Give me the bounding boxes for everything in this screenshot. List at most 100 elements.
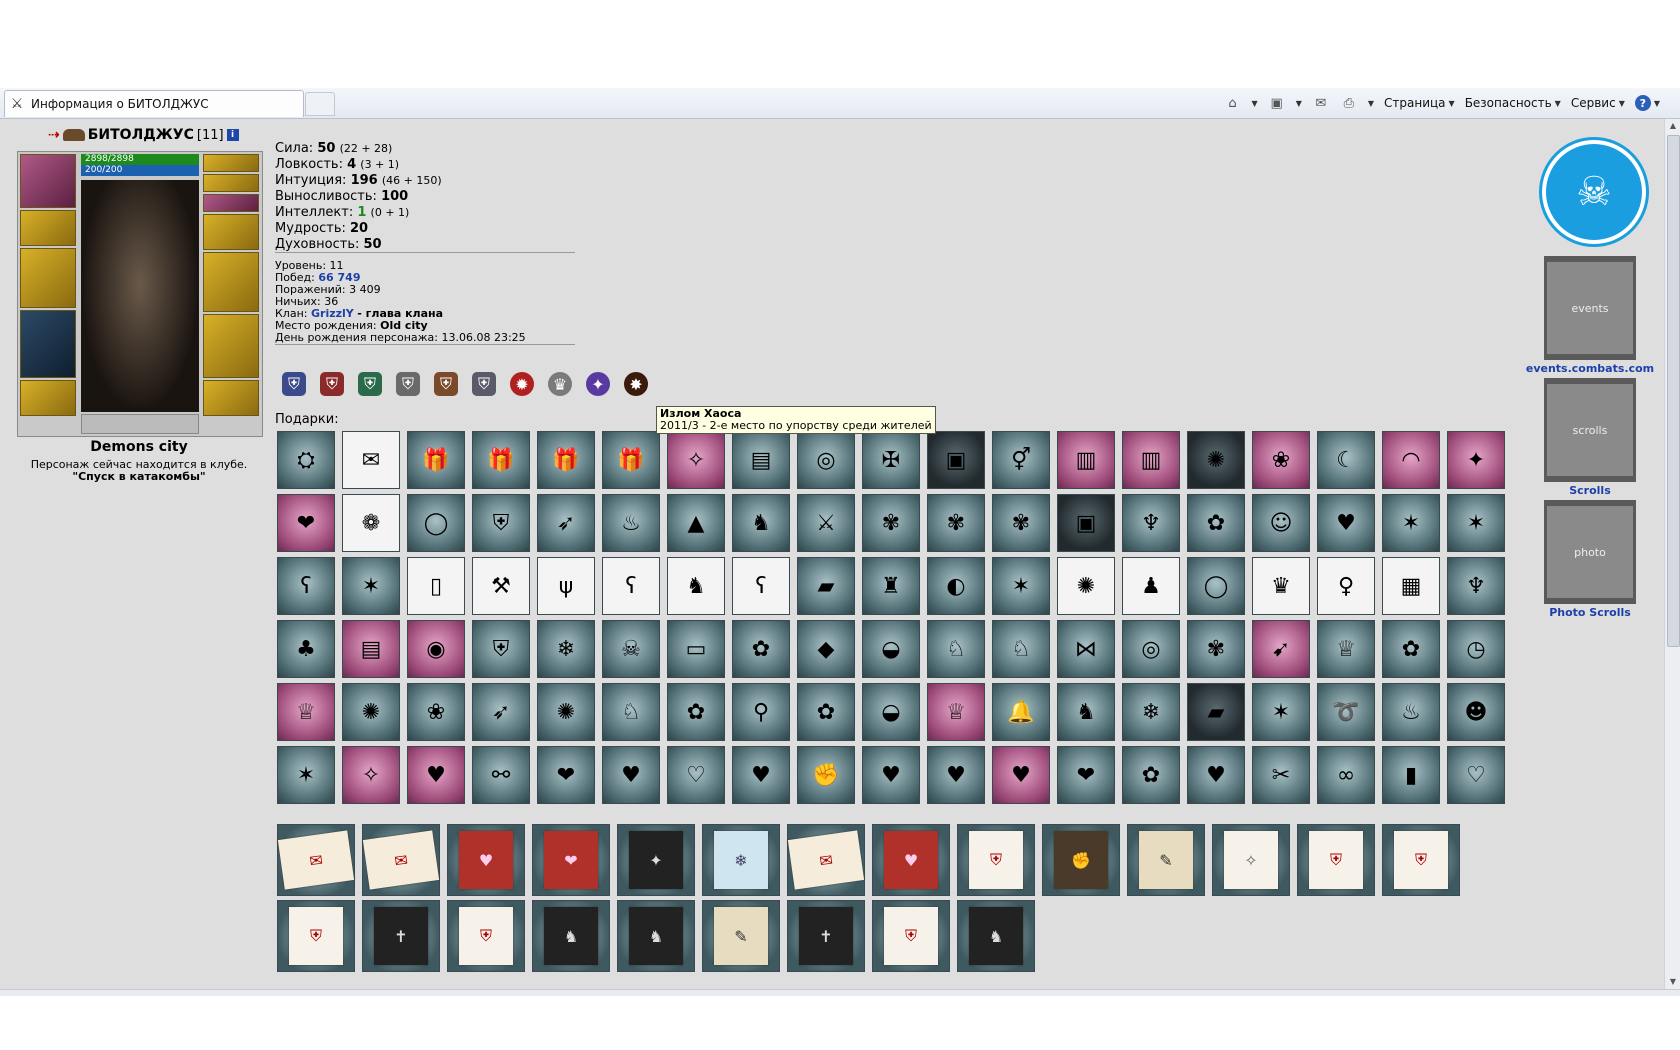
clan-emblem-icon[interactable] [62,129,85,141]
gift-item[interactable]: ◠ [1382,431,1440,489]
earring-slot[interactable] [203,154,259,172]
gift-item[interactable]: ♡ [1447,746,1505,804]
gift-item[interactable]: ♕ [277,683,335,741]
gift-item[interactable]: ♡ [667,746,725,804]
gift-item[interactable]: ♥ [602,746,660,804]
gift-item[interactable]: ✺ [1057,557,1115,615]
photo-scrolls-scroll[interactable]: photo Photo Scrolls [1520,500,1660,619]
gift-item[interactable]: 🎁 [472,431,530,489]
gift-item[interactable]: ♟ [1122,557,1180,615]
gift-item[interactable]: ♆ [1122,494,1180,552]
gift-item[interactable]: ✿ [1122,746,1180,804]
shield-badge-icon[interactable]: ⛨ [358,372,382,396]
gift-item[interactable]: ➹ [1252,620,1310,678]
gift-item[interactable]: ⛨ [472,494,530,552]
gift-item[interactable]: ▰ [1187,683,1245,741]
gift-item[interactable]: ▤ [342,620,400,678]
bracer-slot[interactable] [20,210,76,246]
gift-item[interactable]: ✿ [667,683,725,741]
gift-item[interactable]: ⚲ [732,683,790,741]
card-item[interactable]: ⛨ [957,824,1035,896]
gift-item[interactable]: ♕ [927,683,985,741]
card-item[interactable]: ✝ [362,900,440,972]
gift-item[interactable]: ❤ [1057,746,1115,804]
chevron-down-icon[interactable]: ▼ [1368,99,1374,108]
chaos-badge-icon[interactable]: ✸ [624,372,648,396]
gift-item[interactable]: ∞ [1317,746,1375,804]
shield-badge-icon[interactable]: ⛨ [320,372,344,396]
print-icon[interactable]: ⎙ [1340,95,1358,111]
gift-item[interactable]: 🎁 [407,431,465,489]
gift-item[interactable]: ♣ [277,620,335,678]
vertical-scrollbar[interactable]: ▲ ▼ [1664,119,1680,989]
gift-item[interactable]: ▤ [732,431,790,489]
gift-item[interactable]: 🔔 [992,683,1050,741]
gift-item[interactable]: ◯ [407,494,465,552]
rings-slot[interactable] [203,194,259,212]
armor-slot[interactable] [20,310,76,378]
shield-slot[interactable] [203,252,259,312]
gift-item[interactable]: ⋈ [1057,620,1115,678]
card-item[interactable]: ✉ [787,824,865,896]
gift-item[interactable]: ▲ [667,494,725,552]
gift-item[interactable]: ♛ [1252,557,1310,615]
gift-item[interactable]: ☻ [1447,683,1505,741]
gift-item[interactable]: ◒ [862,620,920,678]
page-menu[interactable]: Страница ▼ [1384,96,1455,110]
gift-item[interactable]: ♥ [407,746,465,804]
gift-item[interactable]: ❤ [537,746,595,804]
card-item[interactable]: ⛨ [277,900,355,972]
gift-item[interactable]: ♥ [732,746,790,804]
gift-item[interactable]: ◐ [927,557,985,615]
orb-badge-icon[interactable]: ✦ [586,372,610,396]
security-menu[interactable]: Безопасность ▼ [1465,96,1561,110]
events-scroll[interactable]: events events.combats.com [1520,256,1660,375]
card-item[interactable]: ✧ [1212,824,1290,896]
home-icon[interactable]: ⌂ [1224,95,1242,111]
scrolls-link[interactable]: Scrolls [1520,484,1660,497]
gift-item[interactable]: ⚒ [472,557,530,615]
gift-item[interactable]: ❄ [537,620,595,678]
gift-item[interactable]: ✾ [927,494,985,552]
belt-slot[interactable] [20,380,76,416]
gift-item[interactable]: ➰ [1317,683,1375,741]
gift-item[interactable]: ʕ [602,557,660,615]
scroll-up-icon[interactable]: ▲ [1665,119,1680,133]
gift-item[interactable]: ✾ [862,494,920,552]
gift-item[interactable]: ♥ [1317,494,1375,552]
scrolls-scroll[interactable]: scrolls Scrolls [1520,378,1660,497]
crest-badge-icon[interactable]: ♛ [548,372,572,396]
gift-item[interactable]: ✠ [862,431,920,489]
card-item[interactable]: ❤ [532,824,610,896]
gift-item[interactable]: ✾ [992,494,1050,552]
gift-item[interactable]: ☺ [1252,494,1310,552]
shield-badge-icon[interactable]: ⛨ [434,372,458,396]
gift-item[interactable]: ❄ [1122,683,1180,741]
card-item[interactable]: ⛨ [1297,824,1375,896]
gift-item[interactable]: ✊ [797,746,855,804]
gift-item[interactable]: ✶ [342,557,400,615]
gift-item[interactable]: ♞ [667,557,725,615]
gift-item[interactable]: ♥ [927,746,985,804]
clan-logo[interactable]: ☠ [1542,140,1646,244]
service-menu[interactable]: Сервис ▼ [1571,96,1625,110]
gift-item[interactable]: ◯ [1187,557,1245,615]
gift-item[interactable]: ✶ [1382,494,1440,552]
gift-item[interactable]: ✺ [537,683,595,741]
gift-item[interactable]: ♀ [1317,557,1375,615]
gift-item[interactable]: ◒ [862,683,920,741]
gift-item[interactable]: ✉ [342,431,400,489]
weapon-slot[interactable] [20,248,76,308]
browser-tab[interactable]: ⚔ Информация о БИТОЛДЖУС [4,90,304,117]
gift-item[interactable]: 🎁 [537,431,595,489]
gift-item[interactable]: ♨ [1382,683,1440,741]
card-item[interactable]: ⛨ [872,900,950,972]
card-item[interactable]: ⛨ [447,900,525,972]
gift-item[interactable]: ☠ [602,620,660,678]
gift-item[interactable]: ✂ [1252,746,1310,804]
gift-item[interactable]: ✾ [1187,620,1245,678]
gift-item[interactable]: ◷ [1447,620,1505,678]
gift-item[interactable]: ✧ [342,746,400,804]
gift-item[interactable]: ▣ [1057,494,1115,552]
shield-badge-icon[interactable]: ⛨ [282,372,306,396]
